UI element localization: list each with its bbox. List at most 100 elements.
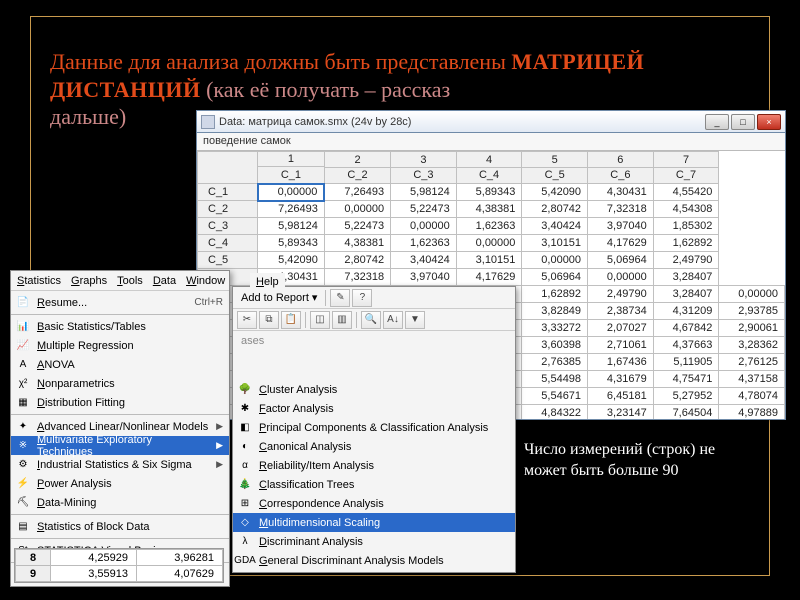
cell[interactable]: 5,54671 xyxy=(522,388,588,405)
cell[interactable]: 4,30431 xyxy=(588,184,654,201)
tool-filter-icon[interactable]: ▼ xyxy=(405,311,425,329)
cell[interactable]: 5,42090 xyxy=(522,184,588,201)
submenu-item[interactable]: GDAGeneral Discriminant Analysis Models xyxy=(233,551,515,570)
col-header[interactable]: 4C_4 xyxy=(456,152,522,184)
cell[interactable]: 0,00000 xyxy=(324,201,390,218)
maximize-button[interactable]: □ xyxy=(731,114,755,130)
menu-item[interactable]: AANOVA xyxy=(11,355,229,374)
cell[interactable]: 4,54308 xyxy=(653,201,719,218)
menu-item[interactable]: ※Multivariate Exploratory Techniques▶ xyxy=(11,436,229,455)
menubar-item[interactable]: Tools xyxy=(117,275,143,287)
submenu-item[interactable]: αReliability/Item Analysis xyxy=(233,456,515,475)
cell[interactable]: 2,80742 xyxy=(522,201,588,218)
cell[interactable]: 2,93785 xyxy=(719,303,785,320)
cell[interactable]: 4,37158 xyxy=(719,371,785,388)
cell[interactable]: 0,00000 xyxy=(391,218,457,235)
submenu-item[interactable]: 🌳Cluster Analysis xyxy=(233,380,515,399)
cell[interactable]: 2,07027 xyxy=(588,320,654,337)
cell[interactable]: 5,06964 xyxy=(588,252,654,269)
menu-item[interactable]: ▦Distribution Fitting xyxy=(11,393,229,412)
cell[interactable]: 7,32318 xyxy=(324,269,390,286)
submenu-item[interactable]: 🎄Classification Trees xyxy=(233,475,515,494)
menu-item[interactable]: ⚙Industrial Statistics & Six Sigma▶ xyxy=(11,455,229,474)
cell[interactable]: 0,00000 xyxy=(719,286,785,303)
cell[interactable]: 5,89343 xyxy=(456,184,522,201)
cell[interactable]: 0,00000 xyxy=(588,269,654,286)
menu-item[interactable]: 📄Resume...Ctrl+R xyxy=(11,293,229,312)
cell[interactable]: 4,31209 xyxy=(653,303,719,320)
tool-wand-icon[interactable]: ✎ xyxy=(330,289,350,307)
cell[interactable]: 2,71061 xyxy=(588,337,654,354)
cell[interactable]: 2,38734 xyxy=(588,303,654,320)
tool-sort-icon[interactable]: A↓ xyxy=(383,311,403,329)
tool-help-icon[interactable]: ? xyxy=(352,289,372,307)
cell[interactable]: 0,00000 xyxy=(522,252,588,269)
cell[interactable]: 2,90061 xyxy=(719,320,785,337)
cell[interactable]: 3,97040 xyxy=(588,218,654,235)
col-header[interactable]: 2C_2 xyxy=(324,152,390,184)
tool-cut-icon[interactable]: ✂ xyxy=(237,311,257,329)
cell[interactable]: 4,78074 xyxy=(719,388,785,405)
cell[interactable]: 2,49790 xyxy=(588,286,654,303)
cell[interactable]: 5,42090 xyxy=(258,252,325,269)
cell[interactable]: 5,54498 xyxy=(522,371,588,388)
menu-item[interactable]: 📊Basic Statistics/Tables xyxy=(11,317,229,336)
cell[interactable]: 3,40424 xyxy=(522,218,588,235)
menu-bar[interactable]: StatisticsGraphsToolsDataWindow xyxy=(11,271,229,291)
submenu-item[interactable]: ◇Multidimensional Scaling xyxy=(233,513,515,532)
cell[interactable]: 0,00000 xyxy=(456,235,522,252)
submenu-item[interactable]: ✱Factor Analysis xyxy=(233,399,515,418)
window-titlebar[interactable]: Data: матрица самок.smx (24v by 28c) _ □… xyxy=(197,111,785,133)
col-header[interactable]: 5C_5 xyxy=(522,152,588,184)
cell[interactable]: 4,97889 xyxy=(719,405,785,420)
cell[interactable]: 3,10151 xyxy=(456,252,522,269)
tool-chart-icon[interactable]: ◫ xyxy=(310,311,330,329)
cell[interactable]: 1,62892 xyxy=(522,286,588,303)
cell[interactable]: 3,28362 xyxy=(719,337,785,354)
cell[interactable]: 3,33272 xyxy=(522,320,588,337)
menubar-item[interactable]: Window xyxy=(186,275,225,287)
submenu-item[interactable]: ◧Principal Components & Classification A… xyxy=(233,418,515,437)
col-header[interactable]: 3C_3 xyxy=(391,152,457,184)
cell[interactable]: 7,64504 xyxy=(653,405,719,420)
col-header[interactable]: 1C_1 xyxy=(258,152,325,184)
cell[interactable]: 2,80742 xyxy=(324,252,390,269)
tool-copy-icon[interactable]: ⧉ xyxy=(259,311,279,329)
menu-item[interactable]: ⚡Power Analysis xyxy=(11,474,229,493)
cell[interactable]: 3,28407 xyxy=(653,269,719,286)
submenu-item[interactable]: ◐Canonical Analysis xyxy=(233,437,515,456)
cell[interactable]: 4,67842 xyxy=(653,320,719,337)
menu-item[interactable]: ⛏Data-Mining xyxy=(11,493,229,512)
cell[interactable]: 5,98124 xyxy=(391,184,457,201)
menubar-help[interactable]: Help xyxy=(250,273,285,291)
cell[interactable]: 5,89343 xyxy=(258,235,325,252)
close-button[interactable]: × xyxy=(757,114,781,130)
minimize-button[interactable]: _ xyxy=(705,114,729,130)
tool-zoom-icon[interactable]: 🔍 xyxy=(361,311,381,329)
menubar-item[interactable]: Statistics xyxy=(17,275,61,287)
statistics-menu[interactable]: StatisticsGraphsToolsDataWindow 📄Resume.… xyxy=(10,270,230,587)
col-header[interactable]: 7C_7 xyxy=(653,152,719,184)
col-header[interactable]: 6C_6 xyxy=(588,152,654,184)
cell[interactable]: 7,32318 xyxy=(588,201,654,218)
cell[interactable]: 2,76385 xyxy=(522,354,588,371)
cell[interactable]: 3,23147 xyxy=(588,405,654,420)
menu-item[interactable]: 📈Multiple Regression xyxy=(11,336,229,355)
cell[interactable]: 4,31679 xyxy=(588,371,654,388)
cell[interactable]: 5,27952 xyxy=(653,388,719,405)
menubar-item[interactable]: Graphs xyxy=(71,275,107,287)
cell[interactable]: 1,62892 xyxy=(653,235,719,252)
add-to-report-button[interactable]: Add to Report ▾ xyxy=(237,291,321,304)
cell[interactable]: 4,55420 xyxy=(653,184,719,201)
cell[interactable]: 1,62363 xyxy=(391,235,457,252)
menu-item[interactable]: χ²Nonparametrics xyxy=(11,374,229,393)
cell[interactable]: 3,10151 xyxy=(522,235,588,252)
row-header[interactable]: C_3 xyxy=(198,218,258,235)
cell[interactable]: 4,38381 xyxy=(456,201,522,218)
row-header[interactable]: C_1 xyxy=(198,184,258,201)
cell[interactable]: 4,37663 xyxy=(653,337,719,354)
cell[interactable]: 4,17629 xyxy=(588,235,654,252)
cell[interactable]: 0,00000 xyxy=(258,184,325,201)
cell[interactable]: 3,40424 xyxy=(391,252,457,269)
cell[interactable]: 5,22473 xyxy=(324,218,390,235)
